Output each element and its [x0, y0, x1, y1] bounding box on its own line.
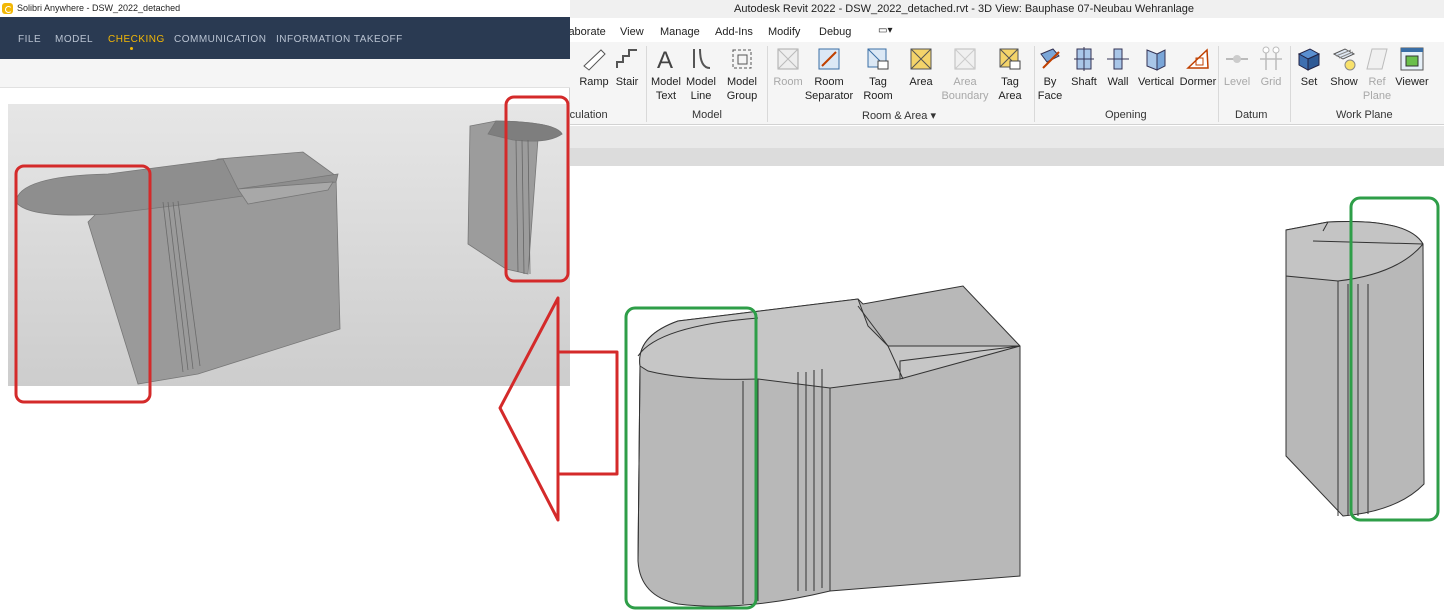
panel-model-title: Model: [692, 109, 722, 121]
viewer-icon: [1400, 47, 1424, 71]
shaft-icon: [1074, 47, 1094, 71]
area-boundary-icon: [954, 48, 976, 70]
menu-view[interactable]: View: [620, 26, 644, 38]
solibri-3d-model-render: [15, 120, 563, 385]
solibri-window: Solibri Anywhere - DSW_2022_detached FIL…: [0, 0, 570, 614]
panel-work-plane-title: Work Plane: [1336, 109, 1393, 121]
room-separator-icon: [818, 48, 840, 70]
tag-area-label-1: Tag: [1001, 76, 1019, 88]
by-face-icon: [1040, 48, 1060, 69]
tab-communication[interactable]: COMMUNICATION: [174, 34, 266, 45]
dropdown-arrow-icon: ▾: [930, 110, 937, 122]
panel-room-area-title[interactable]: Room & Area ▾: [862, 109, 936, 122]
tag-area-icon: [999, 48, 1021, 70]
ribbon-viewer-button[interactable]: Viewer: [1390, 46, 1434, 89]
ribbon-model-group-button[interactable]: Model Group: [720, 46, 764, 103]
room-icon: [777, 48, 799, 70]
revit-main-structure: [637, 285, 1021, 607]
model-group-icon: [732, 49, 752, 69]
model-text-icon: A: [657, 47, 673, 72]
menu-add-ins[interactable]: Add-Ins: [715, 26, 753, 38]
area-icon: [910, 48, 932, 70]
model-line-label-1: Model: [686, 76, 716, 88]
tag-area-label-2: Area: [998, 90, 1022, 102]
menu-manage[interactable]: Manage: [660, 26, 700, 38]
tab-checking[interactable]: CHECKING: [108, 34, 165, 45]
active-tab-indicator: [130, 47, 133, 50]
area-label: Area: [909, 76, 933, 88]
set-workplane-icon: [1297, 48, 1321, 71]
stair-icon: [616, 49, 637, 68]
screenshot-composite: Autodesk Revit 2022 - DSW_2022_detached.…: [0, 0, 1444, 614]
revit-options-bar: [568, 126, 1444, 148]
level-icon: [1226, 55, 1248, 63]
wall-icon: [1107, 48, 1129, 70]
panel-opening-title: Opening: [1105, 109, 1147, 121]
menu-modify[interactable]: Modify: [768, 26, 800, 38]
tab-model[interactable]: MODEL: [55, 34, 93, 45]
ribbon-model-line-button[interactable]: Model Line: [679, 46, 723, 103]
solibri-toolbar: [0, 59, 570, 88]
model-group-label-1: Model: [727, 76, 757, 88]
by-face-label-2: Face: [1037, 90, 1063, 102]
solibri-pillar-structure: [467, 120, 563, 275]
solibri-logo-icon: [2, 3, 13, 14]
ribbon-tag-area-button[interactable]: Tag Area: [988, 46, 1032, 103]
revit-titlebar: Autodesk Revit 2022 - DSW_2022_detached.…: [568, 0, 1444, 18]
menu-debug[interactable]: Debug: [819, 26, 851, 38]
revit-3d-model-render: [624, 196, 1440, 610]
viewer-label: Viewer: [1395, 76, 1429, 88]
ref-plane-icon: [1366, 48, 1388, 70]
room-area-title-text: Room & Area: [862, 110, 928, 122]
room-separator-label-1: Room: [814, 76, 844, 88]
ribbon-tag-room-button[interactable]: Tag Room: [856, 46, 900, 103]
area-boundary-label-1: Area: [953, 76, 977, 88]
model-line-icon: [693, 48, 711, 69]
ramp-icon: [583, 49, 606, 71]
revit-window: Autodesk Revit 2022 - DSW_2022_detached.…: [566, 0, 1444, 614]
panel-datum-title: Datum: [1235, 109, 1268, 121]
tag-room-label-1: Tag: [869, 76, 887, 88]
tag-room-icon: [867, 48, 889, 70]
stair-label: Stair: [615, 76, 639, 88]
solibri-main-structure: [15, 151, 341, 385]
dormer-icon: [1186, 48, 1209, 69]
solibri-3d-viewport[interactable]: [8, 104, 570, 386]
solibri-titlebar: Solibri Anywhere - DSW_2022_detached: [0, 0, 570, 17]
menu-collaborate[interactable]: laborate: [566, 26, 606, 38]
revit-view-tab-strip: [568, 148, 1444, 166]
tab-file[interactable]: FILE: [18, 34, 41, 45]
ribbon-stair-button[interactable]: Stair: [605, 46, 649, 89]
solibri-nav-bar: FILE MODEL CHECKING COMMUNICATION INFORM…: [0, 17, 570, 59]
model-group-label-2: Group: [726, 90, 758, 102]
revit-ribbon: Ramp Stair rculation A Model Text Model …: [566, 42, 1444, 125]
show-workplane-icon: [1332, 48, 1356, 71]
revit-window-title: Autodesk Revit 2022 - DSW_2022_detached.…: [734, 3, 1195, 15]
revit-pillar-structure: [1285, 221, 1425, 517]
revit-menu-bar: laborate View Manage Add-Ins Modify Debu…: [566, 24, 1444, 42]
model-line-label-2: Line: [690, 90, 712, 102]
tab-information-takeoff[interactable]: INFORMATION TAKEOFF: [276, 34, 403, 45]
area-boundary-label-2: Boundary: [941, 90, 989, 102]
grid-icon: [1260, 46, 1282, 70]
revit-3d-viewport[interactable]: [568, 166, 1444, 614]
svg-text:A: A: [657, 47, 673, 72]
ref-plane-label-2: Plane: [1362, 90, 1392, 102]
panel-circulation-title: rculation: [566, 109, 608, 121]
ribbon-area-boundary-button[interactable]: Area Boundary: [940, 46, 990, 103]
room-separator-label-2: Separator: [804, 90, 854, 102]
ribbon-area-button[interactable]: Area: [899, 46, 943, 89]
ribbon-room-separator-button[interactable]: Room Separator: [804, 46, 854, 103]
quick-access-dropdown-icon[interactable]: ▭▾: [878, 25, 892, 36]
tag-room-label-2: Room: [863, 90, 893, 102]
solibri-lower-panel: [8, 386, 570, 614]
vertical-icon: [1146, 49, 1166, 71]
solibri-window-title: Solibri Anywhere - DSW_2022_detached: [17, 3, 181, 13]
